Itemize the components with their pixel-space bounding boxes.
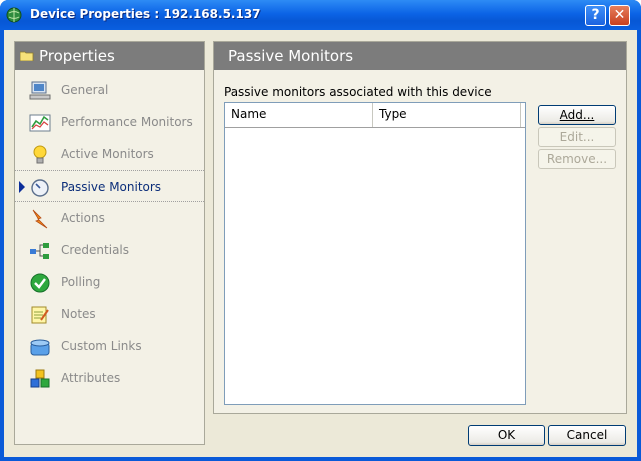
lightning-icon bbox=[32, 209, 48, 229]
remove-button-label: Remove... bbox=[546, 152, 608, 166]
sidebar-item-label: General bbox=[61, 83, 109, 97]
sidebar-item-actions[interactable]: Actions bbox=[15, 202, 204, 234]
gauge-icon bbox=[31, 179, 49, 197]
close-button[interactable]: ✕ bbox=[609, 5, 630, 26]
ok-button[interactable]: OK bbox=[468, 425, 545, 446]
cancel-button-label: Cancel bbox=[566, 428, 608, 442]
ok-button-label: OK bbox=[497, 428, 516, 442]
sidebar-item-label: Actions bbox=[61, 211, 105, 225]
remove-button[interactable]: Remove... bbox=[538, 149, 616, 169]
blocks-icon bbox=[30, 369, 50, 388]
properties-sidebar: Properties General Performance Monitors bbox=[14, 41, 205, 445]
list-caption: Passive monitors associated with this de… bbox=[224, 85, 492, 99]
sidebar-item-label: Notes bbox=[61, 307, 96, 321]
dialog-body: Properties General Performance Monitors bbox=[4, 30, 637, 457]
add-button[interactable]: Add... bbox=[538, 105, 616, 125]
sidebar-item-label: Attributes bbox=[61, 371, 121, 385]
sidebar-item-attributes[interactable]: Attributes bbox=[15, 362, 204, 394]
cancel-button[interactable]: Cancel bbox=[548, 425, 626, 446]
network-icon bbox=[30, 243, 49, 259]
sidebar-item-notes[interactable]: Notes bbox=[15, 298, 204, 330]
links-icon bbox=[30, 339, 50, 356]
sidebar-header: Properties bbox=[15, 42, 204, 70]
panel-title: Passive Monitors bbox=[228, 47, 354, 65]
performance-chart-icon bbox=[29, 114, 51, 132]
notepad-icon bbox=[31, 306, 49, 324]
edit-button-label: Edit... bbox=[559, 130, 595, 144]
sidebar-item-label: Credentials bbox=[61, 243, 130, 257]
computer-icon bbox=[29, 81, 51, 100]
window-title: Device Properties : 192.168.5.137 bbox=[30, 7, 261, 21]
sidebar-item-label: Passive Monitors bbox=[61, 180, 162, 194]
sidebar-item-performance-monitors[interactable]: Performance Monitors bbox=[15, 106, 204, 138]
add-button-label: Add... bbox=[559, 108, 595, 122]
sidebar-item-label: Custom Links bbox=[61, 339, 142, 353]
sidebar-item-credentials[interactable]: Credentials bbox=[15, 234, 204, 266]
device-properties-window: Device Properties : 192.168.5.137 ? ✕ Pr… bbox=[0, 0, 641, 461]
folder-icon bbox=[20, 51, 34, 61]
help-button[interactable]: ? bbox=[585, 5, 606, 26]
sidebar-item-label: Performance Monitors bbox=[61, 115, 193, 129]
sidebar-item-label: Active Monitors bbox=[61, 147, 154, 161]
checkmark-icon bbox=[30, 273, 50, 293]
column-header-type[interactable]: Type bbox=[373, 103, 521, 127]
column-header-name[interactable]: Name bbox=[225, 103, 373, 127]
edit-button[interactable]: Edit... bbox=[538, 127, 616, 147]
title-bar[interactable]: Device Properties : 192.168.5.137 ? ✕ bbox=[0, 0, 641, 30]
app-globe-icon bbox=[6, 7, 22, 23]
lightbulb-icon bbox=[33, 145, 47, 164]
sidebar-item-label: Polling bbox=[61, 275, 101, 289]
passive-monitors-panel: Passive Monitors Passive monitors associ… bbox=[213, 41, 627, 414]
sidebar-item-active-monitors[interactable]: Active Monitors bbox=[15, 138, 204, 170]
list-header: Name Type bbox=[225, 103, 525, 128]
panel-header: Passive Monitors bbox=[214, 42, 626, 70]
sidebar-item-polling[interactable]: Polling bbox=[15, 266, 204, 298]
sidebar-item-custom-links[interactable]: Custom Links bbox=[15, 330, 204, 362]
sidebar-item-general[interactable]: General bbox=[15, 74, 204, 106]
sidebar-title: Properties bbox=[39, 47, 115, 65]
selected-arrow-icon bbox=[19, 181, 25, 193]
sidebar-item-passive-monitors[interactable]: Passive Monitors bbox=[15, 170, 204, 202]
passive-monitors-list[interactable]: Name Type bbox=[224, 102, 526, 405]
